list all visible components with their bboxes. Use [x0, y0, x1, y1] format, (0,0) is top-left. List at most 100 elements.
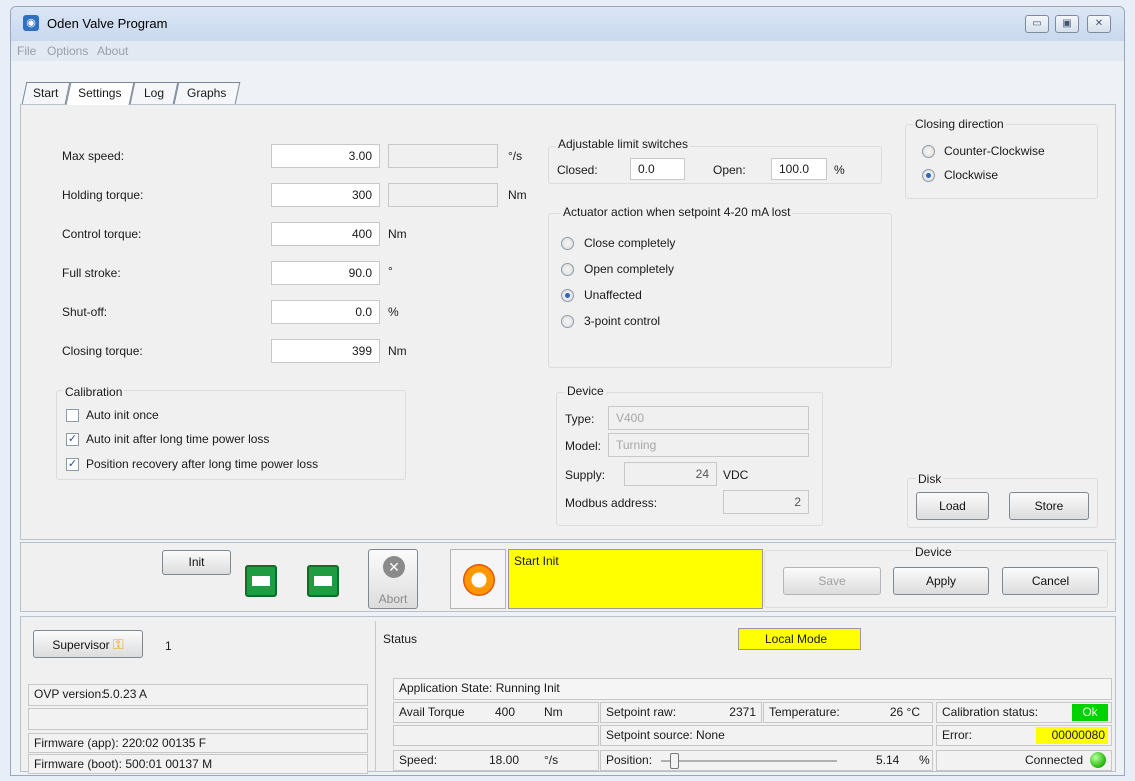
- limit-switches-title: Adjustable limit switches: [556, 137, 691, 151]
- tab-settings[interactable]: Settings: [65, 82, 135, 105]
- cancel-button[interactable]: Cancel: [1002, 567, 1099, 595]
- device-supply-label: Supply:: [565, 468, 606, 482]
- calibration-status-label: Calibration status:: [942, 705, 1039, 719]
- control-torque-unit: Nm: [388, 227, 407, 241]
- closing-torque-unit: Nm: [388, 344, 407, 358]
- tab-graphs[interactable]: Graphs: [173, 82, 241, 104]
- calibration-title: Calibration: [63, 385, 125, 399]
- tab-log[interactable]: Log: [129, 82, 179, 104]
- error-code-badge: 00000080: [1036, 727, 1108, 744]
- window-title: Oden Valve Program: [47, 16, 168, 31]
- connection-status: Connected: [1024, 753, 1083, 767]
- close-valve-icon[interactable]: [245, 565, 277, 597]
- open-completely-label: Open completely: [584, 262, 675, 276]
- limit-closed-label: Closed:: [557, 163, 598, 177]
- init-spinner-icon: [463, 564, 495, 596]
- speed-unit: °/s: [544, 753, 559, 767]
- unaffected-label: Unaffected: [584, 288, 642, 302]
- save-button[interactable]: Save: [783, 567, 881, 595]
- menu-file[interactable]: File: [17, 44, 36, 58]
- disk-title: Disk: [916, 472, 944, 486]
- close-completely-radio[interactable]: [561, 237, 574, 250]
- setpoint-source: Setpoint source: None: [600, 725, 933, 746]
- counter-clockwise-label: Counter-Clockwise: [944, 144, 1045, 158]
- position-slider-track: [661, 753, 837, 769]
- holding-torque-input[interactable]: 300: [271, 183, 380, 207]
- position-recovery-checkbox[interactable]: ✓: [66, 458, 79, 471]
- modbus-address-label: Modbus address:: [565, 496, 658, 510]
- device-type-field: V400: [608, 406, 809, 430]
- full-stroke-label: Full stroke:: [62, 266, 121, 280]
- actuator-action-title: Actuator action when setpoint 4-20 mA lo…: [561, 205, 793, 219]
- holding-torque-readback: [388, 183, 498, 207]
- position-cell: Position: 5.14 %: [600, 750, 933, 771]
- status-title: Status: [383, 632, 418, 646]
- device-supply-unit: VDC: [723, 468, 749, 482]
- three-point-control-radio[interactable]: [561, 315, 574, 328]
- max-speed-label: Max speed:: [62, 149, 125, 163]
- open-valve-icon[interactable]: [307, 565, 339, 597]
- device-model-field: Turning: [608, 433, 809, 457]
- init-button[interactable]: Init: [162, 550, 231, 575]
- closing-torque-label: Closing torque:: [62, 344, 143, 358]
- load-button[interactable]: Load: [916, 492, 989, 520]
- error-label: Error:: [942, 728, 972, 742]
- abort-label: Abort: [378, 592, 408, 606]
- clockwise-label: Clockwise: [944, 168, 999, 182]
- supervisor-button[interactable]: Supervisor ⚿: [33, 630, 143, 658]
- key-icon: ⚿: [113, 636, 124, 652]
- counter-clockwise-radio[interactable]: [922, 145, 935, 158]
- menu-bar: File Options About: [11, 41, 1124, 61]
- limit-open-label: Open:: [713, 163, 746, 177]
- app-logo-icon: ◉: [23, 15, 39, 31]
- abort-button[interactable]: ✕ Abort: [368, 549, 418, 609]
- unaffected-radio[interactable]: [561, 289, 574, 302]
- calibration-status-cell: Calibration status: Ok: [936, 702, 1112, 723]
- holding-torque-label: Holding torque:: [62, 188, 144, 202]
- tab-start[interactable]: Start: [21, 82, 71, 104]
- max-speed-readback: [388, 144, 498, 168]
- avail-torque-value: 400: [495, 705, 516, 719]
- auto-init-once-checkbox[interactable]: [66, 409, 79, 422]
- empty-info-cell: [28, 708, 368, 730]
- apply-button[interactable]: Apply: [893, 567, 989, 595]
- position-label: Position:: [606, 753, 653, 767]
- store-button[interactable]: Store: [1009, 492, 1089, 520]
- auto-init-power-loss-checkbox[interactable]: ✓: [66, 433, 79, 446]
- max-speed-input[interactable]: 3.00: [271, 144, 380, 168]
- full-stroke-unit: °: [388, 264, 393, 278]
- open-completely-radio[interactable]: [561, 263, 574, 276]
- abort-x-icon: ✕: [383, 556, 405, 578]
- status-message-text: Start Init: [514, 554, 559, 568]
- closing-torque-input[interactable]: 399: [271, 339, 380, 363]
- device-type-label: Type:: [565, 412, 595, 426]
- maximize-icon[interactable]: ▣: [1055, 15, 1079, 33]
- temperature-value: 26 °C: [889, 705, 920, 719]
- menu-about[interactable]: About: [97, 44, 128, 58]
- error-cell: Error: 00000080: [936, 725, 1112, 746]
- minimize-icon[interactable]: ▭: [1025, 15, 1049, 33]
- device-info-title: Device: [565, 384, 606, 398]
- temperature-label: Temperature:: [769, 705, 840, 719]
- firmware-boot: Firmware (boot): 500:01 00137 M: [28, 754, 368, 774]
- max-speed-unit: °/s: [508, 149, 523, 163]
- setpoint-raw-value: 2371: [729, 705, 756, 719]
- ovp-version-label: OVP version:: [34, 687, 105, 701]
- menu-options[interactable]: Options: [47, 44, 88, 58]
- clockwise-radio[interactable]: [922, 169, 935, 182]
- setpoint-raw-cell: Setpoint raw: 2371: [600, 702, 762, 723]
- position-slider-thumb[interactable]: [670, 753, 679, 769]
- shut-off-input[interactable]: 0.0: [271, 300, 380, 324]
- limit-open-input[interactable]: 100.0: [771, 158, 827, 180]
- local-mode-text: Local Mode: [765, 632, 828, 646]
- init-indicator: [450, 549, 506, 609]
- position-recovery-label: Position recovery after long time power …: [86, 457, 319, 471]
- limit-closed-input[interactable]: 0.0: [630, 158, 685, 180]
- full-stroke-input[interactable]: 90.0: [271, 261, 380, 285]
- ovp-version-value: 5.0.23 A: [103, 687, 148, 701]
- control-torque-input[interactable]: 400: [271, 222, 380, 246]
- auto-init-power-loss-label: Auto init after long time power loss: [86, 432, 270, 446]
- avail-torque-cell: Avail Torque 400 Nm: [393, 702, 599, 723]
- closing-direction-title: Closing direction: [913, 117, 1006, 131]
- close-icon[interactable]: ✕: [1087, 15, 1111, 33]
